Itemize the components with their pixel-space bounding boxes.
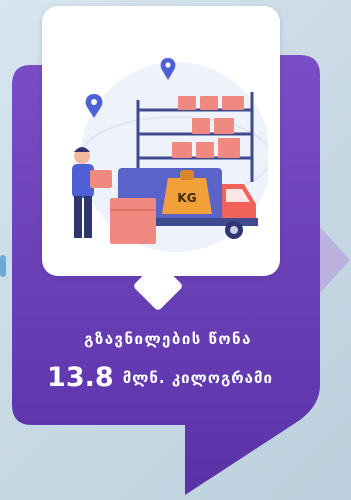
infographic-stage: KG გზავნილების წონა 13.8 მლნ. კილოგრამი — [0, 0, 351, 500]
weight-value-row: 13.8 მლნ. კილოგრამი — [0, 362, 320, 393]
cargo-box — [110, 198, 156, 244]
weight-unit: მლნ. კილოგრამი — [122, 368, 273, 387]
shipment-weight-label: გზავნილების წონა — [84, 330, 252, 348]
left-edge-mark — [0, 255, 6, 277]
weight-value: 13.8 — [47, 362, 114, 393]
logistics-illustration: KG — [72, 58, 268, 252]
crate-kg-label: KG — [177, 191, 196, 205]
